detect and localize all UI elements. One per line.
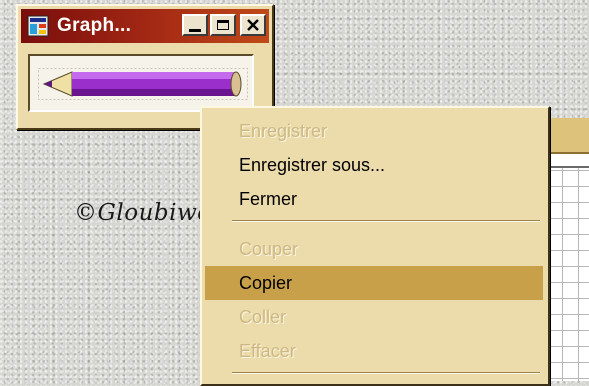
pencil-tool-button[interactable] — [38, 68, 248, 100]
menu-item-label: Copier — [239, 272, 293, 293]
menu-item-coller[interactable]: Coller — [205, 300, 543, 334]
menu-item-enregistrer-sous[interactable]: Enregistrer sous... — [205, 148, 543, 182]
menu-separator — [232, 220, 540, 222]
title-buttons — [182, 14, 266, 36]
close-icon — [247, 19, 259, 31]
menu-item-label: Coller — [239, 306, 287, 327]
menu-item-label: Fermer — [239, 188, 297, 209]
close-button[interactable] — [240, 14, 266, 36]
minimize-button[interactable] — [182, 14, 208, 36]
context-menu: Enregistrer Enregistrer sous... Fermer C… — [200, 106, 550, 386]
menu-item-effacer[interactable]: Effacer — [205, 334, 543, 368]
menu-item-label: Couper — [239, 238, 299, 259]
menu-item-fermer[interactable]: Fermer — [205, 182, 543, 216]
menu-item-couper[interactable]: Couper — [205, 232, 543, 266]
maximize-button[interactable] — [210, 14, 236, 36]
menu-separator — [232, 372, 540, 374]
tool-palette — [28, 54, 254, 112]
graph-window-titlebar[interactable]: Graph... — [21, 9, 269, 43]
pencil-icon — [38, 68, 248, 100]
graph-window-title: Graph... — [57, 15, 132, 36]
menu-item-label: Effacer — [239, 340, 296, 361]
maximize-icon — [217, 20, 229, 30]
menu-item-label: Enregistrer — [239, 120, 328, 141]
minimize-icon — [189, 28, 201, 32]
menu-item-enregistrer[interactable]: Enregistrer — [205, 114, 543, 148]
menu-item-copier[interactable]: Copier — [205, 266, 543, 300]
graph-app-icon[interactable] — [27, 15, 49, 37]
menu-item-label: Enregistrer sous... — [239, 154, 386, 175]
